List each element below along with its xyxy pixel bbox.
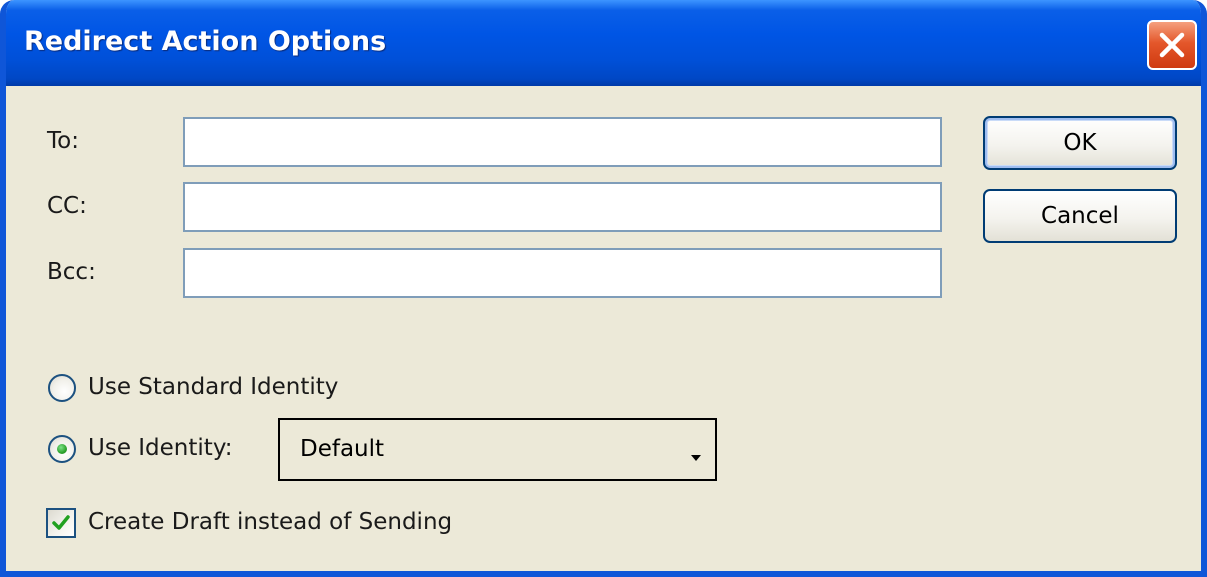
radio-selected-dot [57,444,67,454]
close-icon [1159,32,1185,58]
chevron-down-icon [691,455,701,461]
to-field[interactable] [183,117,942,167]
ok-button[interactable]: OK [983,116,1177,170]
standard-identity-radio[interactable] [48,374,76,402]
cc-label: CC: [47,193,87,219]
title-bar[interactable]: Redirect Action Options [6,0,1201,86]
close-button[interactable] [1147,20,1197,70]
identity-select-value: Default [300,436,385,462]
cc-field[interactable] [183,182,942,232]
standard-identity-label: Use Standard Identity [88,374,339,400]
to-label: To: [47,128,79,154]
dialog-title: Redirect Action Options [24,26,387,57]
checkmark-icon [52,515,70,530]
create-draft-label: Create Draft instead of Sending [88,509,453,535]
bcc-field[interactable] [183,248,942,298]
cancel-button[interactable]: Cancel [983,189,1177,243]
custom-identity-radio[interactable] [48,435,76,463]
create-draft-checkbox[interactable] [46,508,76,538]
custom-identity-label: Use Identity: [88,435,233,461]
identity-select[interactable]: Default [278,418,717,481]
bcc-label: Bcc: [47,259,96,285]
